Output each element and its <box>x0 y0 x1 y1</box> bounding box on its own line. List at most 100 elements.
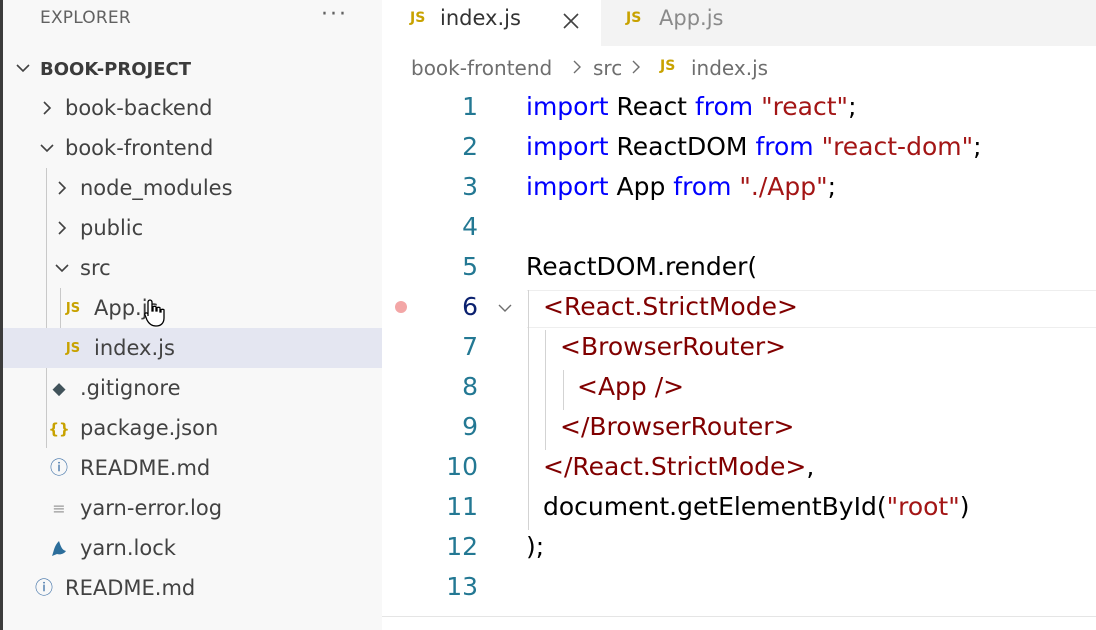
breadcrumb-item-index-js[interactable]: index.js <box>691 56 768 80</box>
code-token: import <box>526 172 609 201</box>
editor-tab-bar: JS index.js JS App.js <box>382 0 1096 46</box>
chevron-right-icon <box>58 221 67 235</box>
json-file-icon: {} <box>48 420 70 438</box>
line-number: 1 <box>462 92 478 121</box>
line-number: 8 <box>462 372 478 401</box>
line-number: 7 <box>462 332 478 361</box>
tree-item-index-js[interactable]: JS index.js <box>3 328 382 368</box>
breadcrumb: book-frontend src JS index.js <box>382 46 1096 90</box>
chevron-right-icon <box>58 181 67 195</box>
tab-app-js[interactable]: JS App.js <box>601 0 817 46</box>
project-folder-row[interactable]: BOOK-PROJECT <box>3 50 382 88</box>
code-line[interactable]: <BrowserRouter> <box>560 332 786 361</box>
code-token: React <box>608 92 695 121</box>
code-token: ; <box>827 172 837 201</box>
code-token: import <box>526 132 609 161</box>
tree-item-book-frontend[interactable]: book-frontend <box>3 128 382 168</box>
code-token: from <box>673 172 732 201</box>
tree-item-node-modules[interactable]: node_modules <box>3 168 382 208</box>
tree-item-book-backend[interactable]: book-backend <box>3 88 382 128</box>
js-file-icon: JS <box>65 301 81 316</box>
chevron-right-icon <box>43 101 52 115</box>
info-icon: ⓘ <box>35 578 53 599</box>
tree-item-label: book-frontend <box>65 136 214 160</box>
code-line[interactable]: document.getElementById("root") <box>543 492 969 521</box>
tree-item-label: yarn.lock <box>80 536 176 560</box>
chevron-down-icon <box>16 64 30 73</box>
tree-item-readme-frontend[interactable]: ⓘ README.md <box>3 448 382 488</box>
chevron-down-icon <box>55 264 69 273</box>
code-token: ) <box>959 492 970 521</box>
tree-item-label: yarn-error.log <box>80 496 223 520</box>
explorer-sidebar: EXPLORER ··· BOOK-PROJECT book-backend b… <box>0 0 382 630</box>
line-number: 11 <box>446 492 478 521</box>
git-icon: ◆ <box>52 379 66 399</box>
code-token: <React.StrictMode> <box>543 292 798 321</box>
close-icon[interactable] <box>560 10 582 32</box>
tree-item-label: node_modules <box>80 176 233 200</box>
tree-item-label: package.json <box>80 416 219 440</box>
code-editor[interactable]: 1 2 3 4 5 6 7 8 9 10 11 12 13 import React from "rea… <box>382 90 1096 630</box>
code-token: </BrowserRouter> <box>560 412 795 441</box>
explorer-header: EXPLORER ··· <box>3 0 382 34</box>
code-token: "react" <box>761 92 849 121</box>
hand-cursor-icon <box>144 299 165 327</box>
tab-label: App.js <box>659 6 724 30</box>
breadcrumb-item-book-frontend[interactable]: book-frontend <box>411 56 552 80</box>
code-token: from <box>755 132 814 161</box>
line-number: 12 <box>446 532 478 561</box>
line-number: 4 <box>462 212 478 241</box>
tree-item-app-js[interactable]: JS App.js <box>3 288 382 328</box>
tree-item-src[interactable]: src <box>3 248 382 288</box>
code-line[interactable]: </BrowserRouter> <box>560 412 794 441</box>
tree-item-label: index.js <box>94 336 175 360</box>
tree-item-gitignore[interactable]: ◆ .gitignore <box>3 368 382 408</box>
breadcrumb-item-src[interactable]: src <box>593 56 622 80</box>
chevron-right-icon <box>632 60 640 74</box>
code-token: <App /> <box>577 372 685 401</box>
js-file-icon: JS <box>410 10 426 26</box>
code-line[interactable]: </React.StrictMode>, <box>543 452 814 481</box>
tab-index-js[interactable]: JS index.js <box>382 0 601 46</box>
js-file-icon: JS <box>626 10 642 26</box>
fold-chevron-icon[interactable] <box>496 300 514 316</box>
tree-item-yarn-lock[interactable]: yarn.lock <box>3 528 382 568</box>
tree-item-package-json[interactable]: {} package.json <box>3 408 382 448</box>
code-line[interactable]: <App /> <box>577 372 684 401</box>
code-token: "root" <box>886 492 960 521</box>
code-line[interactable]: <React.StrictMode> <box>543 292 798 321</box>
yarn-icon <box>52 541 66 556</box>
code-token: ; <box>848 92 857 121</box>
tree-item-yarn-error-log[interactable]: ≡ yarn-error.log <box>3 488 382 528</box>
tree-item-readme-root[interactable]: ⓘ README.md <box>3 568 382 608</box>
code-token: "./App" <box>739 172 828 201</box>
indent-guide <box>528 290 529 530</box>
code-line[interactable]: ReactDOM.render( <box>526 252 757 281</box>
line-number: 3 <box>462 172 478 201</box>
explorer-title: EXPLORER <box>40 8 131 28</box>
line-number: 9 <box>462 412 478 441</box>
chevron-right-icon <box>573 60 581 74</box>
code-line[interactable]: ); <box>526 532 544 561</box>
more-actions-icon[interactable]: ··· <box>321 2 348 27</box>
tree-item-label: src <box>80 256 111 280</box>
vscode-window: EXPLORER ··· BOOK-PROJECT book-backend b… <box>0 0 1096 630</box>
line-number: 2 <box>462 132 478 161</box>
info-icon: ⓘ <box>50 458 68 479</box>
code-line[interactable]: import ReactDOM from "react-dom"; <box>526 132 982 161</box>
code-token: "react-dom" <box>821 132 974 161</box>
code-token: ReactDOM.render( <box>526 252 758 281</box>
code-token: import <box>526 92 609 121</box>
tree-item-public[interactable]: public <box>3 208 382 248</box>
code-line[interactable]: import App from "./App"; <box>526 172 836 201</box>
line-number: 5 <box>462 252 478 281</box>
code-line[interactable]: import React from "react"; <box>526 92 857 121</box>
line-number: 13 <box>446 572 478 601</box>
tree-item-label: book-backend <box>65 96 213 120</box>
log-file-icon: ≡ <box>52 499 66 518</box>
code-token: from <box>694 92 754 121</box>
js-file-icon: JS <box>660 58 676 74</box>
indent-guide <box>563 370 564 410</box>
